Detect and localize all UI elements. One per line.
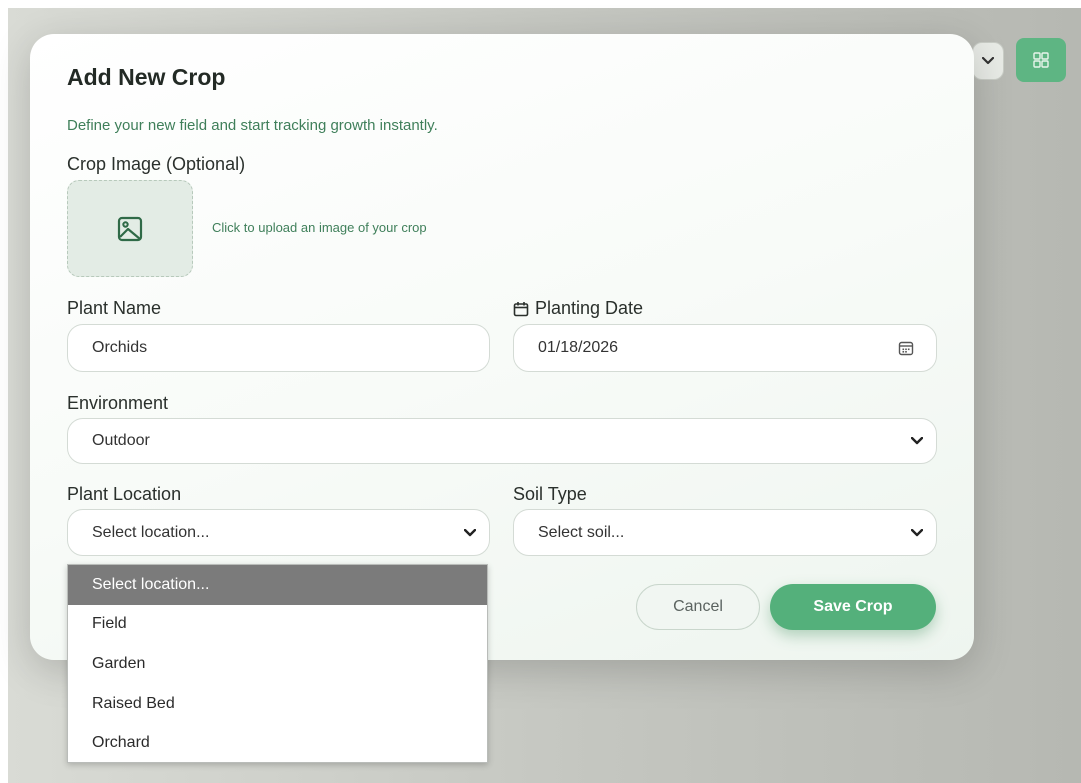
environment-value: Outdoor — [92, 432, 150, 449]
plant-location-select[interactable]: Select location... — [67, 509, 490, 556]
environment-select[interactable]: Outdoor — [67, 418, 937, 464]
image-icon — [117, 216, 143, 241]
location-option[interactable]: Field — [68, 605, 487, 645]
planting-date-value: 01/18/2026 — [538, 339, 619, 356]
image-upload-dropzone[interactable] — [67, 180, 193, 277]
location-option[interactable]: Orchard — [68, 723, 487, 763]
grid-view-button[interactable] — [1016, 38, 1066, 82]
plant-location-value: Select location... — [92, 523, 210, 541]
soil-type-value: Select soil... — [538, 523, 625, 541]
soil-type-label: Soil Type — [513, 484, 587, 504]
planting-date-input[interactable]: 01/18/2026 — [513, 324, 937, 372]
modal-subtitle: Define your new field and start tracking… — [67, 117, 438, 134]
chevron-down-icon — [982, 57, 994, 65]
modal-title: Add New Crop — [67, 64, 226, 90]
background-select-toggle[interactable] — [972, 42, 1004, 80]
chevron-down-icon — [463, 526, 477, 540]
planting-date-label-text: Planting Date — [535, 298, 644, 318]
crop-image-label: Crop Image (Optional) — [67, 154, 246, 174]
calendar-icon[interactable] — [898, 340, 914, 356]
plant-name-value: Orchids — [92, 339, 148, 356]
location-option[interactable]: Raised Bed — [68, 684, 487, 724]
chevron-down-icon — [910, 434, 924, 448]
calendar-icon — [513, 301, 529, 316]
environment-label: Environment — [67, 393, 169, 413]
plant-location-label: Plant Location — [67, 484, 182, 504]
location-option[interactable]: Select location... — [68, 565, 487, 605]
plant-location-dropdown: Select location... Field Garden Raised B… — [67, 564, 488, 763]
plant-name-label: Plant Name — [67, 298, 162, 318]
plant-name-input[interactable]: Orchids — [67, 324, 490, 372]
cancel-button[interactable]: Cancel — [636, 584, 760, 630]
planting-date-label: Planting Date — [513, 298, 643, 319]
location-option[interactable]: Garden — [68, 644, 487, 684]
save-crop-button[interactable]: Save Crop — [770, 584, 936, 630]
soil-type-select[interactable]: Select soil... — [513, 509, 937, 556]
chevron-down-icon — [910, 526, 924, 540]
upload-hint-text: Click to upload an image of your crop — [212, 220, 427, 235]
grid-icon — [1033, 52, 1049, 68]
